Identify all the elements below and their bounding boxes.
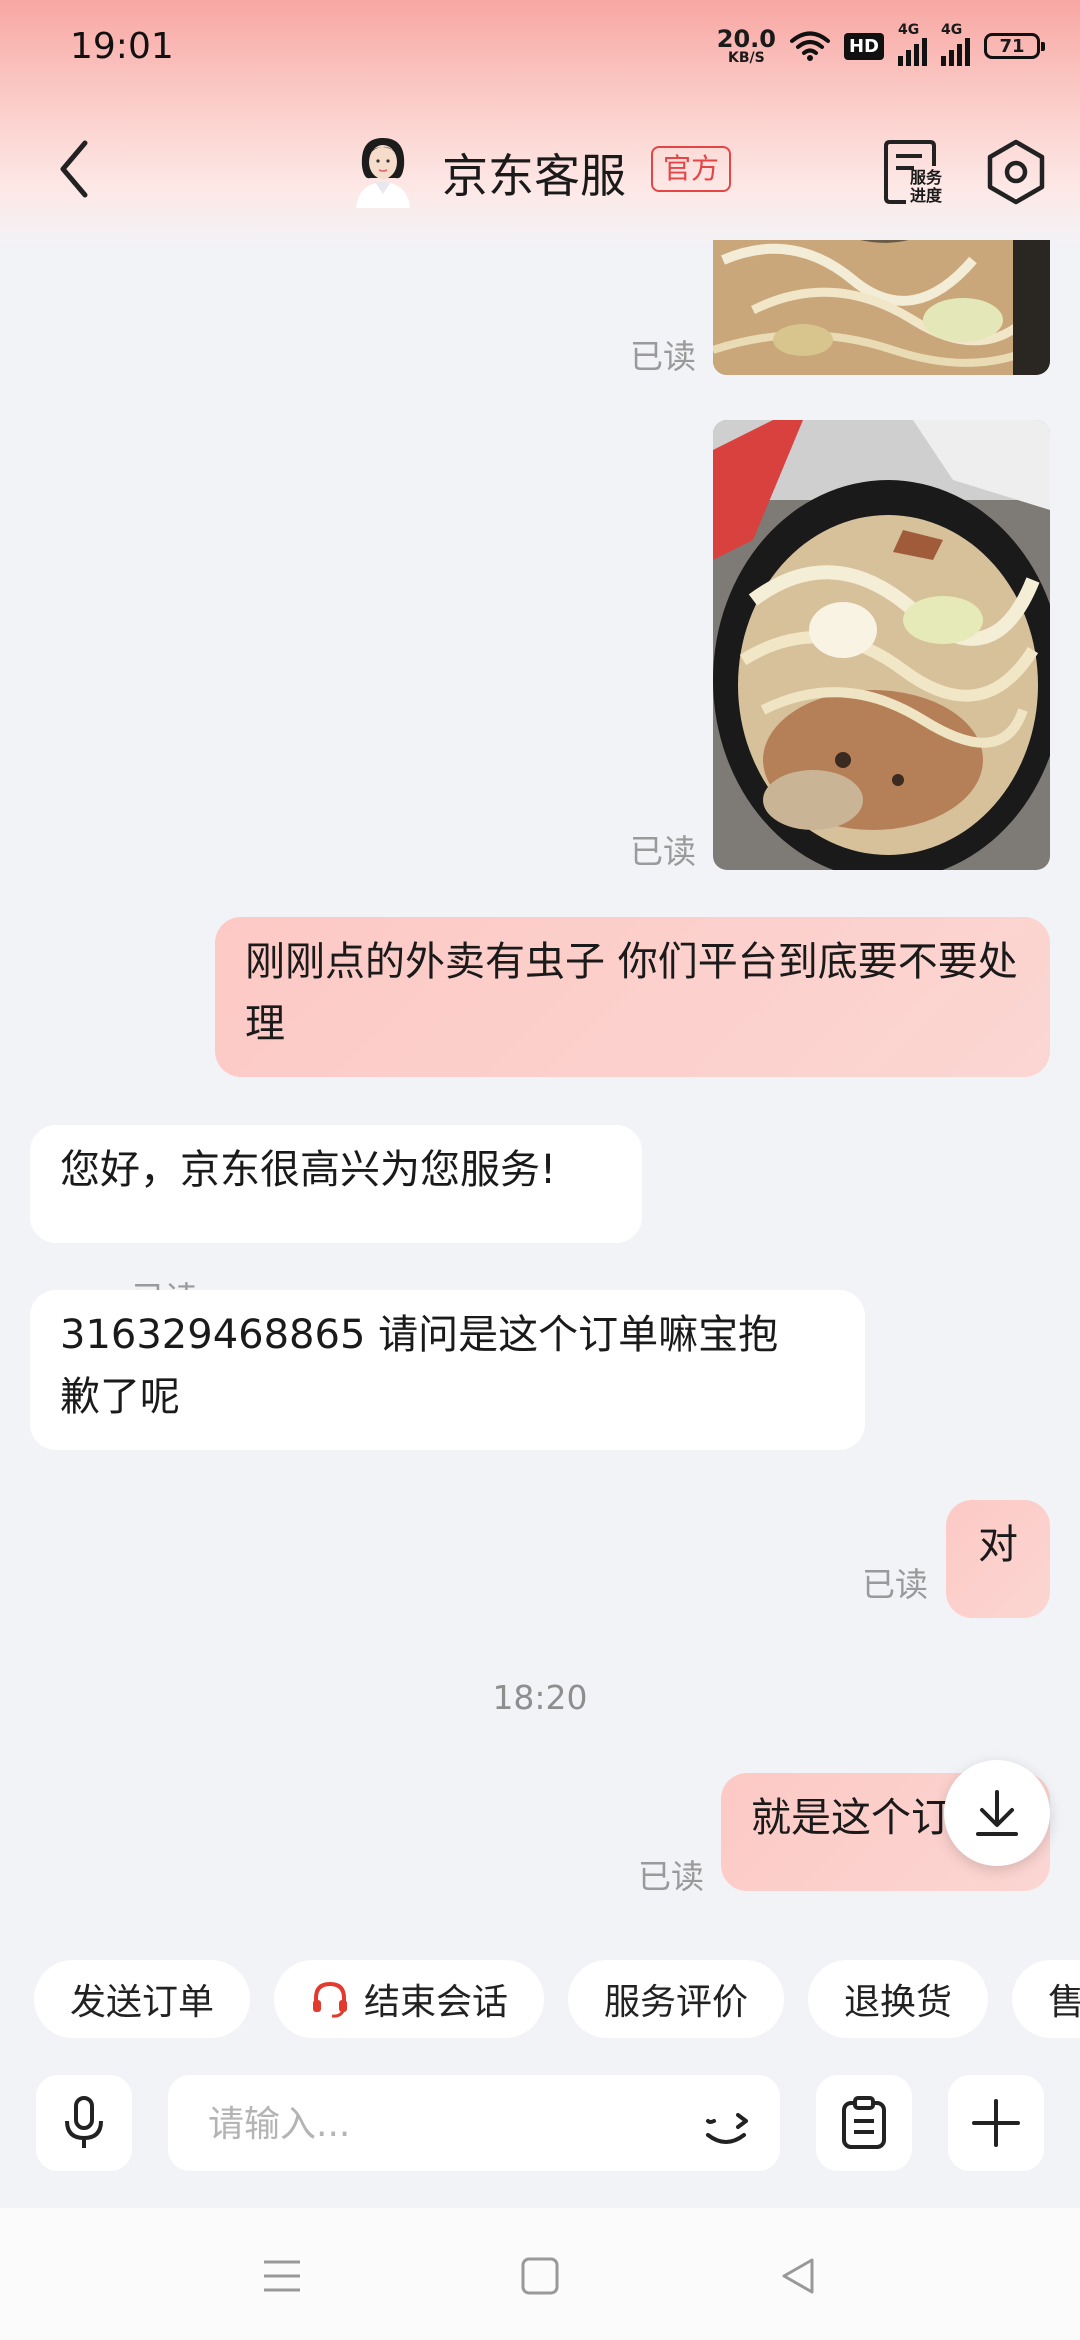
arrow-down-icon [976, 1790, 1018, 1836]
headset-icon [313, 1981, 348, 2018]
message-text-field[interactable] [206, 2075, 650, 2173]
battery-icon: 71 [984, 33, 1045, 59]
quick-action-label: 服务评价 [604, 1982, 749, 2023]
signal-icon-sim1: 4G [898, 22, 927, 66]
system-navigation-bar [0, 2208, 1080, 2340]
quick-action-label: 售 [1048, 1982, 1080, 2023]
wifi-icon [789, 31, 830, 61]
status-time: 19:01 [70, 26, 174, 67]
read-receipt: 已读 [630, 832, 696, 871]
message-list[interactable]: 已读 已读 已读 刚刚点的外卖有虫子 你们平台到底要不要处理 您好，京东很高兴为… [0, 240, 1080, 1950]
network-speed-unit: KB/S [728, 50, 765, 66]
clipboard-button[interactable] [816, 2075, 912, 2171]
service-rating-button[interactable]: 服务评价 [568, 1960, 785, 2038]
sim1-network-label: 4G [898, 22, 920, 38]
message-input[interactable] [168, 2075, 780, 2173]
input-bar [0, 2058, 1080, 2208]
emoji-icon[interactable] [698, 2093, 758, 2153]
network-speed-value: 20.0 [716, 25, 776, 53]
plus-icon [972, 2099, 1020, 2147]
service-progress-label-1: 服务 [910, 168, 943, 187]
status-icons: 20.0 KB/S HD 4G 4G 71 [717, 22, 1045, 68]
message-timestamp: 18:20 [492, 1678, 588, 1717]
chat-header: 京东客服 官方 服务 进度 [0, 110, 1080, 230]
read-receipt: 已读 [862, 1565, 928, 1604]
menu-icon [264, 2260, 300, 2292]
voice-input-button[interactable] [36, 2075, 132, 2171]
quick-action-label: 发送订单 [70, 1982, 215, 2023]
recent-apps-button[interactable] [252, 2246, 312, 2306]
chat-title: 京东客服 [442, 149, 626, 203]
triangle-back-icon [782, 2258, 814, 2294]
received-message[interactable]: 316329468865 请问是这个订单嘛宝抱歉了呢 [30, 1290, 865, 1450]
quick-action-label: 结束会话 [364, 1982, 509, 2023]
battery-level: 71 [999, 35, 1025, 57]
home-button[interactable] [510, 2246, 570, 2306]
food-photo-message[interactable] [713, 420, 1050, 870]
received-message[interactable]: 您好，京东很高兴为您服务! [30, 1125, 642, 1243]
send-order-button[interactable]: 发送订单 [34, 1960, 251, 2038]
sent-message[interactable]: 对 [946, 1500, 1050, 1618]
gear-icon [987, 139, 1045, 205]
square-icon [521, 2257, 559, 2295]
more-options-button[interactable] [948, 2075, 1044, 2171]
read-receipt: 已读 [638, 1857, 704, 1896]
after-sales-button[interactable]: 售 [1012, 1960, 1080, 2038]
sim2-network-label: 4G [941, 22, 963, 38]
quick-action-label: 退换货 [844, 1982, 953, 2023]
back-nav-button[interactable] [768, 2246, 828, 2306]
quick-actions-bar: 发送订单 结束会话 服务评价 退换货 售 [0, 1960, 1080, 2040]
clipboard-icon [842, 2096, 886, 2149]
chevron-left-icon [60, 140, 88, 198]
service-progress-label-2: 进度 [910, 186, 943, 205]
hd-voice-icon: HD [843, 32, 884, 60]
end-session-button[interactable]: 结束会话 [274, 1960, 545, 2038]
scroll-to-bottom-button[interactable] [944, 1760, 1050, 1866]
back-button[interactable] [44, 136, 104, 202]
official-badge: 官方 [651, 146, 732, 192]
microphone-icon [65, 2096, 103, 2148]
network-speed: 20.0 KB/S [717, 27, 776, 65]
service-progress-button[interactable]: 服务 进度 [880, 138, 948, 206]
sent-message[interactable]: 刚刚点的外卖有虫子 你们平台到底要不要处理 [215, 917, 1050, 1077]
return-exchange-button[interactable]: 退换货 [808, 1960, 989, 2038]
settings-button[interactable] [984, 138, 1048, 206]
status-bar: 19:01 20.0 KB/S HD 4G 4G 71 [0, 0, 1080, 100]
agent-avatar[interactable] [348, 134, 418, 208]
read-receipt: 已读 [630, 337, 696, 376]
food-photo-message[interactable] [713, 240, 1050, 375]
signal-icon-sim2: 4G [941, 22, 970, 66]
